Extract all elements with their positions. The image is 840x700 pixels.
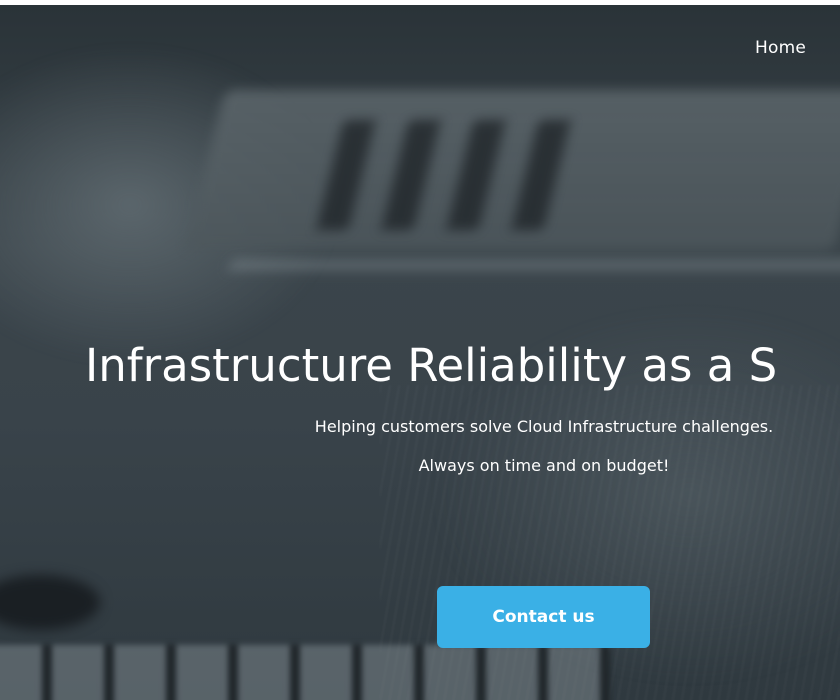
hero-background-keyboard [0, 645, 610, 700]
nav-home-link[interactable]: Home [755, 38, 806, 58]
hero-background-laptop-edge [228, 260, 840, 270]
contact-us-button[interactable]: Contact us [437, 586, 650, 648]
hero-subtitle-line-2: Always on time and on budget! [418, 456, 670, 475]
hero-background-mouse [0, 575, 100, 630]
hero-title: Infrastructure Reliability as a S [85, 339, 778, 392]
hero-subtitle-line-1: Helping customers solve Cloud Infrastruc… [314, 417, 774, 436]
page: Home Infrastructure Reliability as a S H… [0, 0, 840, 700]
